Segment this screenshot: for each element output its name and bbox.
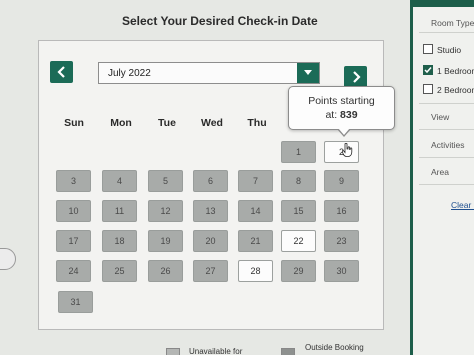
- tooltip-points-value: 839: [340, 109, 358, 121]
- weekday-tue: Tue: [158, 117, 176, 129]
- tooltip-arrow-fill: [338, 128, 350, 135]
- two-bedroom-label: 2 Bedroom: [437, 85, 474, 95]
- day-cell: 1: [281, 141, 316, 163]
- two-bedroom-checkbox[interactable]: [423, 84, 433, 94]
- day-cell: 23: [324, 230, 359, 252]
- checkmark-icon: [424, 67, 432, 74]
- caret-down-icon: [304, 70, 312, 75]
- day-cell: 30: [324, 260, 359, 282]
- day-cell[interactable]: 22: [281, 230, 316, 252]
- day-cell: 9: [324, 170, 359, 192]
- tooltip-line2: at: 839: [289, 108, 394, 122]
- legend-unavailable-label: Unavailable for: [189, 347, 243, 355]
- weekday-mon: Mon: [110, 117, 132, 129]
- page-title: Select Your Desired Check-in Date: [122, 14, 318, 28]
- day-cell: 19: [148, 230, 183, 252]
- tooltip-line1: Points starting: [308, 95, 375, 107]
- weekday-wed: Wed: [201, 117, 223, 129]
- filter-panel: Room Type Studio 1 Bedroom 2 Bedroom Vie…: [410, 0, 474, 355]
- day-cell: 18: [102, 230, 137, 252]
- points-tooltip: Points starting at: 839: [288, 86, 395, 130]
- day-cell: 8: [281, 170, 316, 192]
- month-select[interactable]: July 2022: [98, 62, 320, 84]
- day-cell: 6: [193, 170, 228, 192]
- clear-filters-link[interactable]: Clear F: [451, 200, 474, 210]
- day-cell[interactable]: 28: [238, 260, 273, 282]
- collapsed-side-tab[interactable]: [0, 248, 16, 270]
- filter-panel-topbar: [413, 0, 474, 7]
- one-bedroom-label: 1 Bedroom: [437, 66, 474, 76]
- day-cell: 12: [148, 200, 183, 222]
- divider: [419, 157, 474, 158]
- divider: [419, 32, 474, 33]
- studio-label: Studio: [437, 45, 462, 55]
- divider: [419, 129, 474, 130]
- day-cell: 16: [324, 200, 359, 222]
- day-cell: 21: [238, 230, 273, 252]
- day-cell: 4: [102, 170, 137, 192]
- chevron-right-icon: [352, 71, 361, 83]
- day-cell: 26: [148, 260, 183, 282]
- day-cell: 17: [56, 230, 91, 252]
- activities-filter[interactable]: Activities: [431, 140, 465, 150]
- day-cell: 13: [193, 200, 228, 222]
- view-filter[interactable]: View: [431, 112, 449, 122]
- day-cell: 25: [102, 260, 137, 282]
- month-select-value: July 2022: [108, 67, 151, 79]
- day-cell: 14: [238, 200, 273, 222]
- weekday-thu: Thu: [247, 117, 267, 129]
- day-cell: 7: [238, 170, 273, 192]
- day-cell: 31: [58, 291, 93, 313]
- day-cell: 20: [193, 230, 228, 252]
- chevron-left-icon: [56, 66, 65, 78]
- day-cell: 11: [102, 200, 137, 222]
- divider: [419, 184, 474, 185]
- hand-cursor-icon: [342, 143, 353, 157]
- weekday-sun: Sun: [64, 117, 84, 129]
- one-bedroom-checkbox[interactable]: [423, 65, 433, 75]
- day-cell: 3: [56, 170, 91, 192]
- dropdown-arrow[interactable]: [297, 63, 319, 83]
- day-cell: 27: [193, 260, 228, 282]
- day-cell: 5: [148, 170, 183, 192]
- next-month-button[interactable]: [344, 66, 367, 88]
- day-cell: 15: [281, 200, 316, 222]
- room-type-label: Room Type: [431, 18, 474, 28]
- divider: [419, 103, 474, 104]
- legend-unavailable-swatch: [166, 348, 180, 355]
- tooltip-points-prefix: at:: [325, 109, 341, 121]
- legend-outside-swatch: [281, 348, 295, 355]
- day-cell: 10: [56, 200, 91, 222]
- day-cell: 29: [281, 260, 316, 282]
- area-filter[interactable]: Area: [431, 167, 449, 177]
- day-cell: 24: [56, 260, 91, 282]
- studio-checkbox[interactable]: [423, 44, 433, 54]
- previous-month-button[interactable]: [50, 61, 73, 83]
- legend-outside-label: Outside Booking: [305, 343, 364, 352]
